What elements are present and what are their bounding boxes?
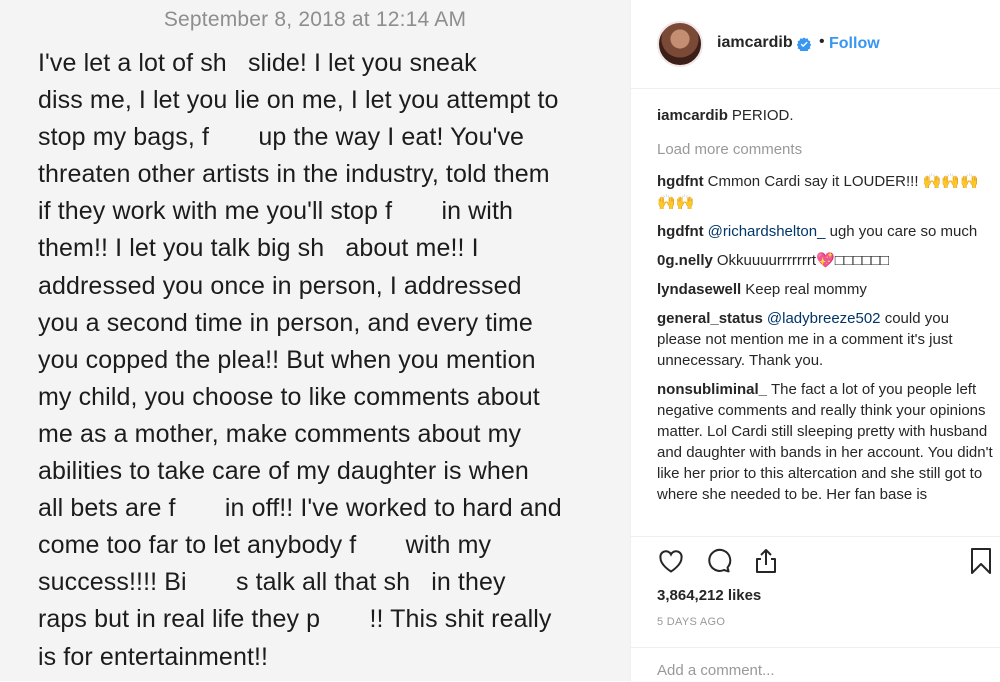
comment-text: Cmmon Cardi say it LOUDER!!! 🙌🙌🙌🙌🙌	[657, 173, 979, 211]
caption: iamcardib PERIOD.	[657, 105, 993, 126]
post-text-line: come too far to let anybody f with my	[38, 531, 492, 560]
comment-text: The fact a lot of you people left negati…	[657, 381, 993, 503]
bookmark-icon[interactable]	[967, 547, 995, 575]
comment-username[interactable]: general_status	[657, 310, 763, 327]
comment-username[interactable]: hgdfnt	[657, 173, 704, 190]
action-bar	[631, 536, 1000, 587]
post-text-line: if they work with me you'll stop f in wi…	[38, 197, 514, 226]
comment-item: 0g.nelly Okkuuuurrrrrrrt💖□□□□□□	[657, 250, 993, 271]
comment-item: lyndasewell Keep real mommy	[657, 279, 993, 300]
comment-item: general_status @ladybreeze502 could you p…	[657, 308, 993, 371]
post-text-line: you copped the plea!! But when you menti…	[38, 345, 536, 374]
add-comment-input[interactable]	[657, 662, 977, 679]
heart-icon[interactable]	[657, 547, 685, 575]
post-text-line: I've let a lot of sh slide! I let you sn…	[38, 49, 477, 77]
comment-mention[interactable]: @richardshelton_	[708, 223, 826, 240]
like-count[interactable]: 3,864,212 likes	[657, 587, 761, 604]
comment-username[interactable]: hgdfnt	[657, 223, 704, 240]
comment-username[interactable]: lyndasewell	[657, 281, 741, 298]
post-text-line: me as a mother, make comments about my	[38, 419, 522, 448]
comment-text: Okkuuuurrrrrrrt💖□□□□□□	[716, 252, 890, 269]
post-text-line: threaten other artists in the industry, …	[38, 160, 550, 189]
verified-badge-icon	[797, 37, 811, 51]
header-separator: •	[819, 33, 825, 50]
post-header: iamcardib • Follow	[631, 0, 1000, 89]
post-timestamp: 5 DAYS AGO	[657, 616, 726, 628]
post-text-line: my child, you choose to like comments ab…	[38, 382, 540, 411]
comment-username[interactable]: 0g.nelly	[657, 252, 713, 269]
post-text: I've let a lot of sh slide! I let you sn…	[38, 45, 618, 676]
follow-button[interactable]: Follow	[829, 35, 880, 53]
post-text-line: all bets are f in off!! I've worked to h…	[38, 494, 562, 523]
post-image[interactable]: September 8, 2018 at 12:14 AM I've let a…	[0, 0, 630, 681]
post-sidebar: iamcardib • Follow iamcardib PERIOD. Load…	[630, 0, 1000, 681]
caption-text: PERIOD.	[731, 107, 794, 124]
comment-container: hgdfnt Cmmon Cardi say it LOUDER!!! 🙌🙌🙌🙌🙌…	[657, 171, 993, 505]
comment-text: ugh you care so much	[829, 223, 978, 240]
post-text-line: success!!!! Bi s talk all that sh in the…	[38, 568, 506, 597]
post-date: September 8, 2018 at 12:14 AM	[163, 8, 467, 31]
comment-text: Keep real mommy	[745, 281, 867, 298]
comment-item: hgdfnt Cmmon Cardi say it LOUDER!!! 🙌🙌🙌🙌🙌	[657, 171, 993, 213]
post-text-line: you a second time in person, and every t…	[38, 308, 533, 337]
post-text-line: them!! I let you talk big sh about me!! …	[38, 234, 479, 263]
comments-list[interactable]: iamcardib PERIOD. Load more comments hgdf…	[657, 105, 993, 533]
comment-mention[interactable]: @ladybreeze502	[767, 310, 881, 327]
comment-bubble-icon[interactable]	[705, 547, 733, 575]
post-text-line: abilities to take care of my daughter is…	[38, 457, 529, 486]
comment-item: nonsubliminal_ The fact a lot of you peop…	[657, 379, 993, 505]
load-more-comments-button[interactable]: Load more comments	[657, 139, 993, 160]
share-icon[interactable]	[752, 547, 780, 575]
header-username[interactable]: iamcardib	[717, 34, 793, 52]
add-comment-bar	[631, 647, 1000, 682]
post-text-line: stop my bags, f up the way I eat! You've	[38, 123, 525, 152]
post-text-line: diss me, I let you lie on me, I let you …	[38, 86, 559, 115]
comment-item: hgdfnt @richardshelton_ ugh you care so m…	[657, 221, 993, 242]
caption-username[interactable]: iamcardib	[657, 107, 728, 124]
post-text-line: addressed you once in person, I addresse…	[38, 271, 522, 300]
avatar[interactable]	[657, 21, 703, 67]
post-text-line: raps but in real life they p !! This shi…	[38, 605, 552, 634]
comment-username[interactable]: nonsubliminal_	[657, 381, 767, 398]
post-text-line: is for entertainment!!	[38, 642, 269, 671]
